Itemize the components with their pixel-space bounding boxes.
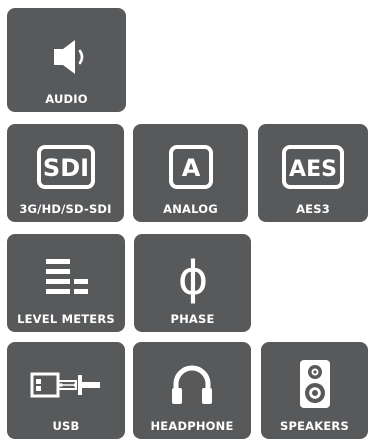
analog-tile[interactable]: A ANALOG: [133, 124, 248, 222]
sdi-tile[interactable]: SDI 3G/HD/SD-SDI: [7, 124, 124, 222]
sdi-icon: SDI: [7, 144, 124, 190]
svg-text:A: A: [181, 154, 200, 182]
sdi-label: 3G/HD/SD-SDI: [19, 202, 112, 216]
speakers-icon: [261, 358, 368, 410]
speakers-label: SPEAKERS: [280, 419, 349, 433]
level-meters-tile[interactable]: LEVEL METERS: [7, 234, 125, 332]
phase-label: PHASE: [170, 312, 215, 326]
usb-tile[interactable]: USB: [7, 342, 125, 439]
analog-label: ANALOG: [163, 202, 218, 216]
usb-label: USB: [52, 419, 80, 433]
headphone-label: HEADPHONE: [150, 419, 234, 433]
level-meters-icon: [7, 256, 125, 302]
svg-text:AES: AES: [289, 157, 337, 182]
headphone-icon: [133, 360, 251, 408]
level-meters-label: LEVEL METERS: [17, 312, 115, 326]
aes-icon: AES: [258, 144, 368, 190]
audio-tile[interactable]: AUDIO: [7, 8, 126, 112]
headphone-tile[interactable]: HEADPHONE: [133, 342, 251, 439]
speakers-tile[interactable]: SPEAKERS: [261, 342, 368, 439]
analog-icon: A: [133, 144, 248, 190]
speaker-volume-icon: [7, 36, 126, 80]
phase-icon: ϕ: [134, 248, 251, 304]
svg-text:ϕ: ϕ: [177, 251, 207, 304]
aes3-tile[interactable]: AES AES3: [258, 124, 368, 222]
svg-text:SDI: SDI: [42, 154, 88, 182]
aes3-label: AES3: [296, 202, 330, 216]
phase-tile[interactable]: ϕ PHASE: [134, 234, 251, 332]
audio-label: AUDIO: [45, 92, 88, 106]
usb-icon: [7, 368, 125, 402]
